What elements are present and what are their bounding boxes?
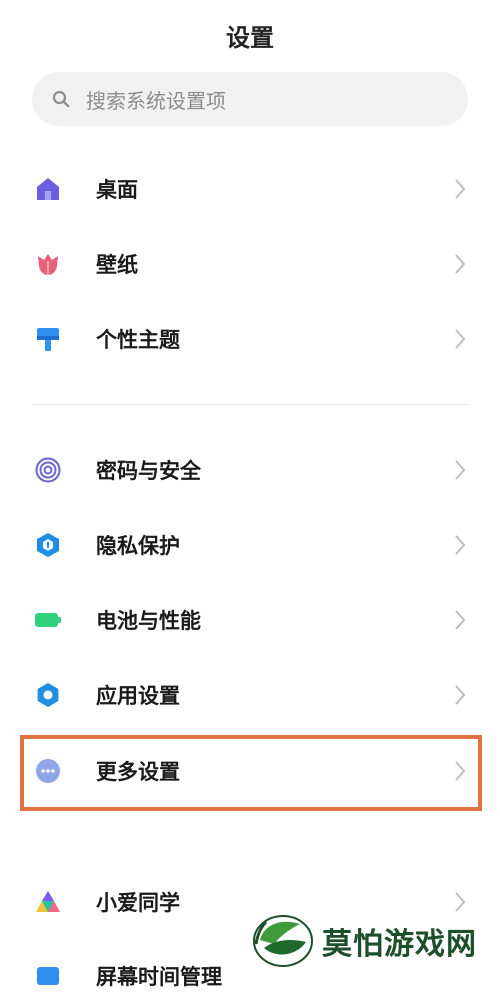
chevron-right-icon: [455, 610, 466, 630]
search-bar[interactable]: 搜索系统设置项: [32, 72, 468, 126]
privacy-shield-icon: [34, 531, 62, 559]
chevron-right-icon: [455, 460, 466, 480]
paintbrush-icon: [34, 325, 62, 353]
page-title: 设置: [226, 24, 274, 52]
tulip-icon: [34, 250, 62, 278]
chevron-right-icon: [455, 685, 466, 705]
settings-item-label: 个性主题: [96, 328, 180, 352]
xiaoai-icon: [34, 888, 62, 916]
search-input[interactable]: 搜索系统设置项: [86, 85, 226, 114]
chevron-right-icon: [455, 535, 466, 555]
watermark-text: 莫怕游戏网: [322, 926, 477, 962]
settings-item-app-settings[interactable]: 应用设置: [0, 665, 500, 725]
fingerprint-icon: [34, 456, 62, 484]
screen-time-icon: [34, 962, 62, 990]
settings-item-desktop[interactable]: 桌面: [0, 159, 500, 219]
gear-icon: [34, 681, 62, 709]
settings-item-label: 隐私保护: [96, 534, 180, 558]
settings-item-privacy[interactable]: 隐私保护: [0, 515, 500, 575]
watermark-logo-icon: [253, 914, 313, 967]
chevron-right-icon: [455, 892, 466, 912]
chevron-right-icon: [455, 329, 466, 349]
settings-item-label: 屏幕时间管理: [96, 965, 222, 989]
home-icon: [34, 175, 62, 203]
settings-item-battery[interactable]: 电池与性能: [0, 590, 500, 650]
chevron-right-icon: [455, 179, 466, 199]
section-divider: [32, 404, 468, 405]
settings-item-wallpaper[interactable]: 壁纸: [0, 234, 500, 294]
settings-item-label: 壁纸: [96, 253, 138, 277]
settings-item-label: 应用设置: [96, 684, 180, 708]
settings-item-label: 桌面: [96, 178, 138, 202]
settings-item-label: 小爱同学: [96, 891, 180, 915]
battery-icon: [34, 606, 62, 634]
settings-item-theme[interactable]: 个性主题: [0, 309, 500, 369]
watermark: 莫怕游戏网: [252, 912, 496, 969]
chevron-right-icon: [455, 254, 466, 274]
settings-item-label: 密码与安全: [96, 459, 201, 483]
highlight-box: [20, 735, 482, 811]
settings-item-password-security[interactable]: 密码与安全: [0, 440, 500, 500]
search-icon: [52, 90, 70, 108]
settings-item-label: 电池与性能: [96, 609, 201, 633]
